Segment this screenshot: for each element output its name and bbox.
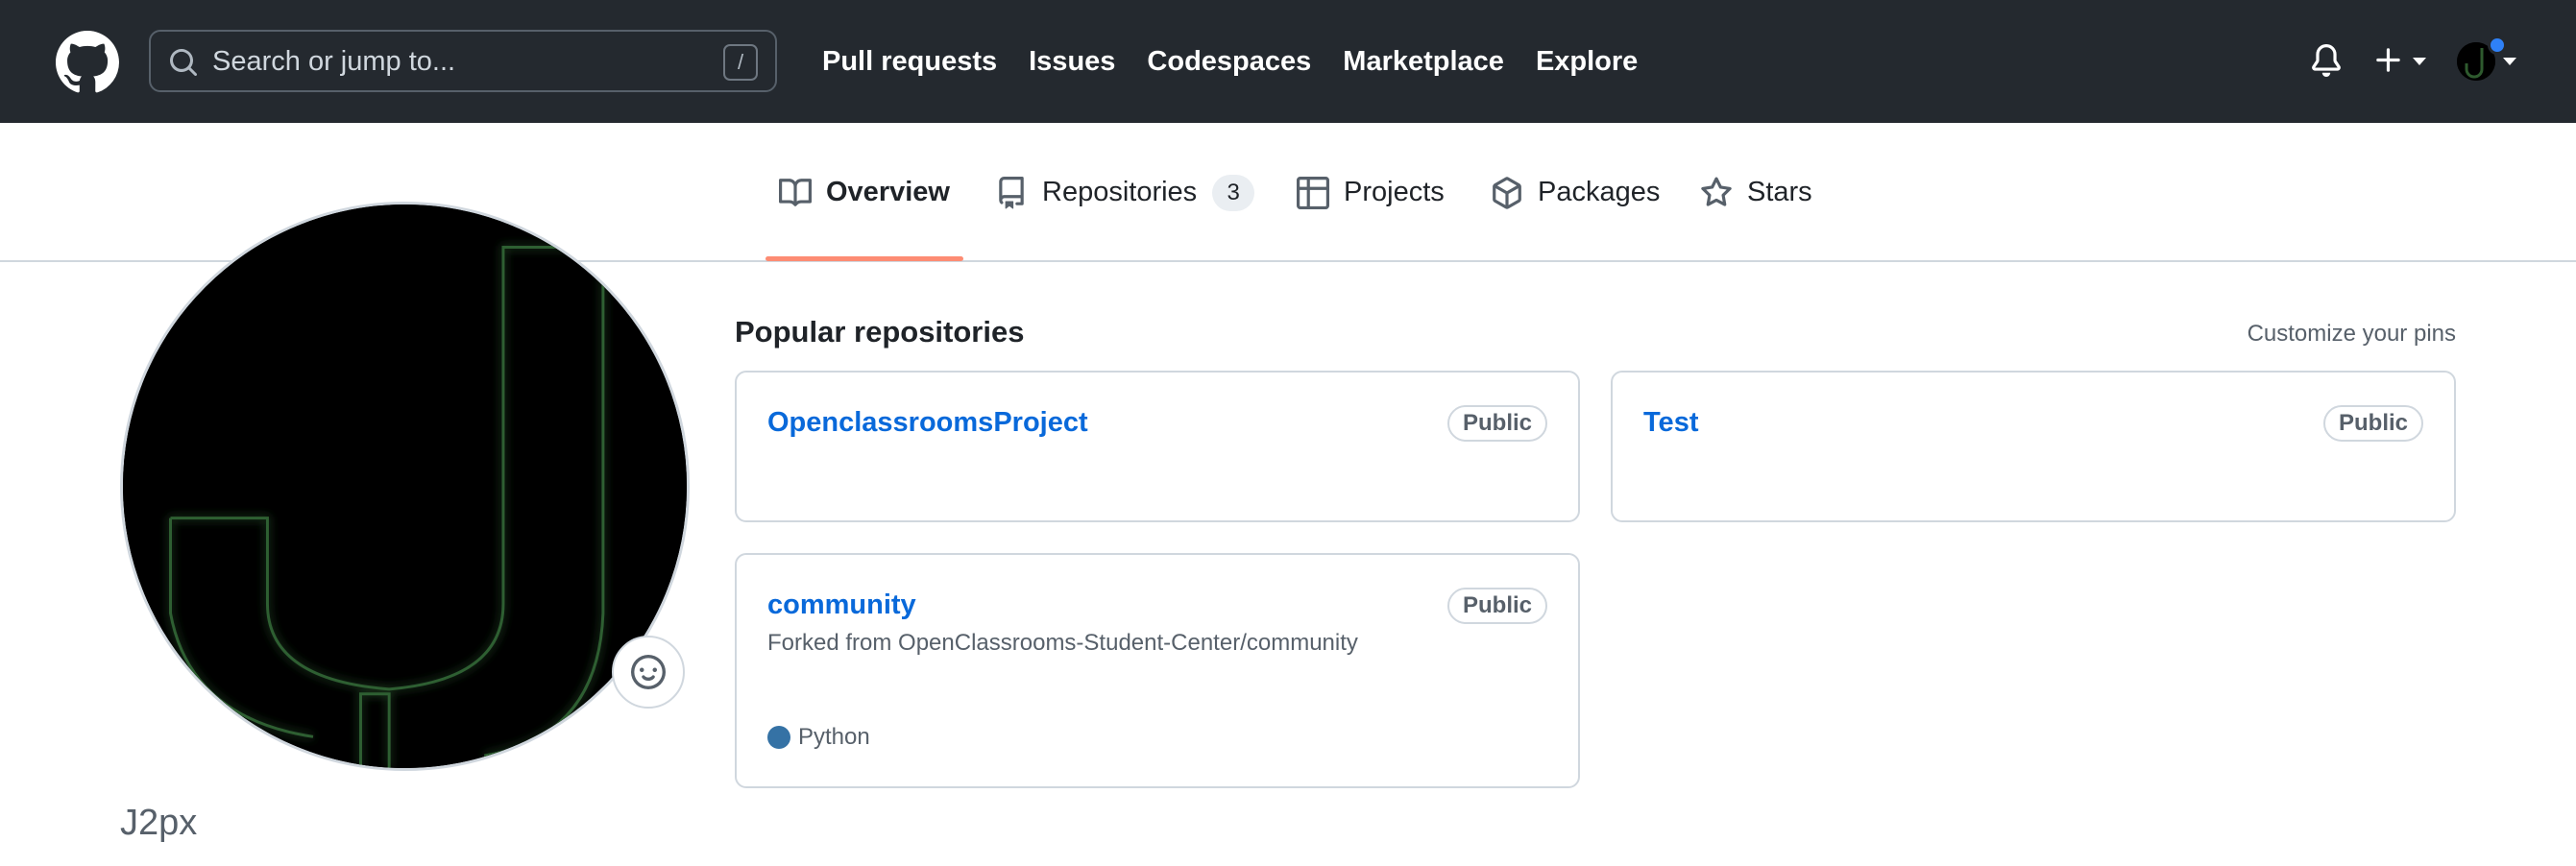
set-status-button[interactable] [612,636,685,709]
nav-explore[interactable]: Explore [1536,46,1638,78]
top-header: / Pull requests Issues Codespaces Market… [0,0,2576,123]
tab-packages-label: Packages [1538,177,1661,207]
search-icon [170,49,198,77]
tab-packages[interactable]: Packages [1491,123,1660,262]
tab-projects-label: Projects [1344,177,1445,207]
popular-repositories-title: Popular repositories [735,315,1025,349]
fork-source-note: Forked from OpenClassrooms-Student-Cente… [767,630,1358,656]
table-icon [1297,176,1329,209]
nav-issues[interactable]: Issues [1029,46,1115,78]
repo-link[interactable]: OpenclassroomsProject [767,407,1088,439]
search-input[interactable] [212,41,673,82]
visibility-badge: Public [1446,588,1547,624]
plus-icon[interactable] [2372,44,2405,77]
nav-pull-requests[interactable]: Pull requests [822,46,997,78]
tab-stars[interactable]: Stars [1700,123,1812,262]
book-icon [779,178,812,206]
nav-marketplace[interactable]: Marketplace [1343,46,1504,78]
nav-codespaces[interactable]: Codespaces [1147,46,1311,78]
repo-card-community: community Public Forked from OpenClassro… [735,553,1580,788]
repo-icon [999,176,1024,208]
repo-card-test: Test Public [1611,371,2456,522]
tab-stars-label: Stars [1747,177,1812,207]
tab-overview-label: Overview [826,177,950,207]
visibility-badge: Public [2322,405,2423,442]
language-label: Python [798,724,870,750]
smiley-icon [631,655,666,689]
chevron-down-icon[interactable] [2413,58,2426,67]
repo-link[interactable]: Test [1643,407,1698,439]
tab-overview[interactable]: Overview [779,123,950,262]
repo-card-openclassroomsproject: OpenclassroomsProject Public [735,371,1580,522]
repo-link[interactable]: community [767,589,916,621]
bell-icon[interactable] [2310,42,2343,79]
profile-avatar-image [123,204,687,768]
tab-repositories[interactable]: Repositories 3 [995,123,1255,262]
github-logo-icon[interactable] [56,31,119,94]
star-icon [1701,177,1732,206]
profile-username: J2px [120,803,198,843]
tab-projects[interactable]: Projects [1297,123,1445,262]
global-nav: Pull requests Issues Codespaces Marketpl… [822,0,1669,123]
repositories-count-badge: 3 [1212,174,1255,211]
unread-indicator [2488,36,2507,55]
selected-tab-underline [766,256,963,261]
visibility-badge: Public [1446,405,1547,442]
customize-pins-link[interactable]: Customize your pins [2248,321,2456,348]
repo-language: Python [767,724,870,751]
language-color-dot [767,726,790,749]
package-icon [1493,176,1521,209]
chevron-down-icon[interactable] [2503,58,2516,67]
profile-avatar[interactable] [120,202,690,771]
search-box[interactable]: / [149,30,777,92]
search-shortcut-key: / [723,44,758,81]
tab-repositories-label: Repositories [1042,177,1198,207]
